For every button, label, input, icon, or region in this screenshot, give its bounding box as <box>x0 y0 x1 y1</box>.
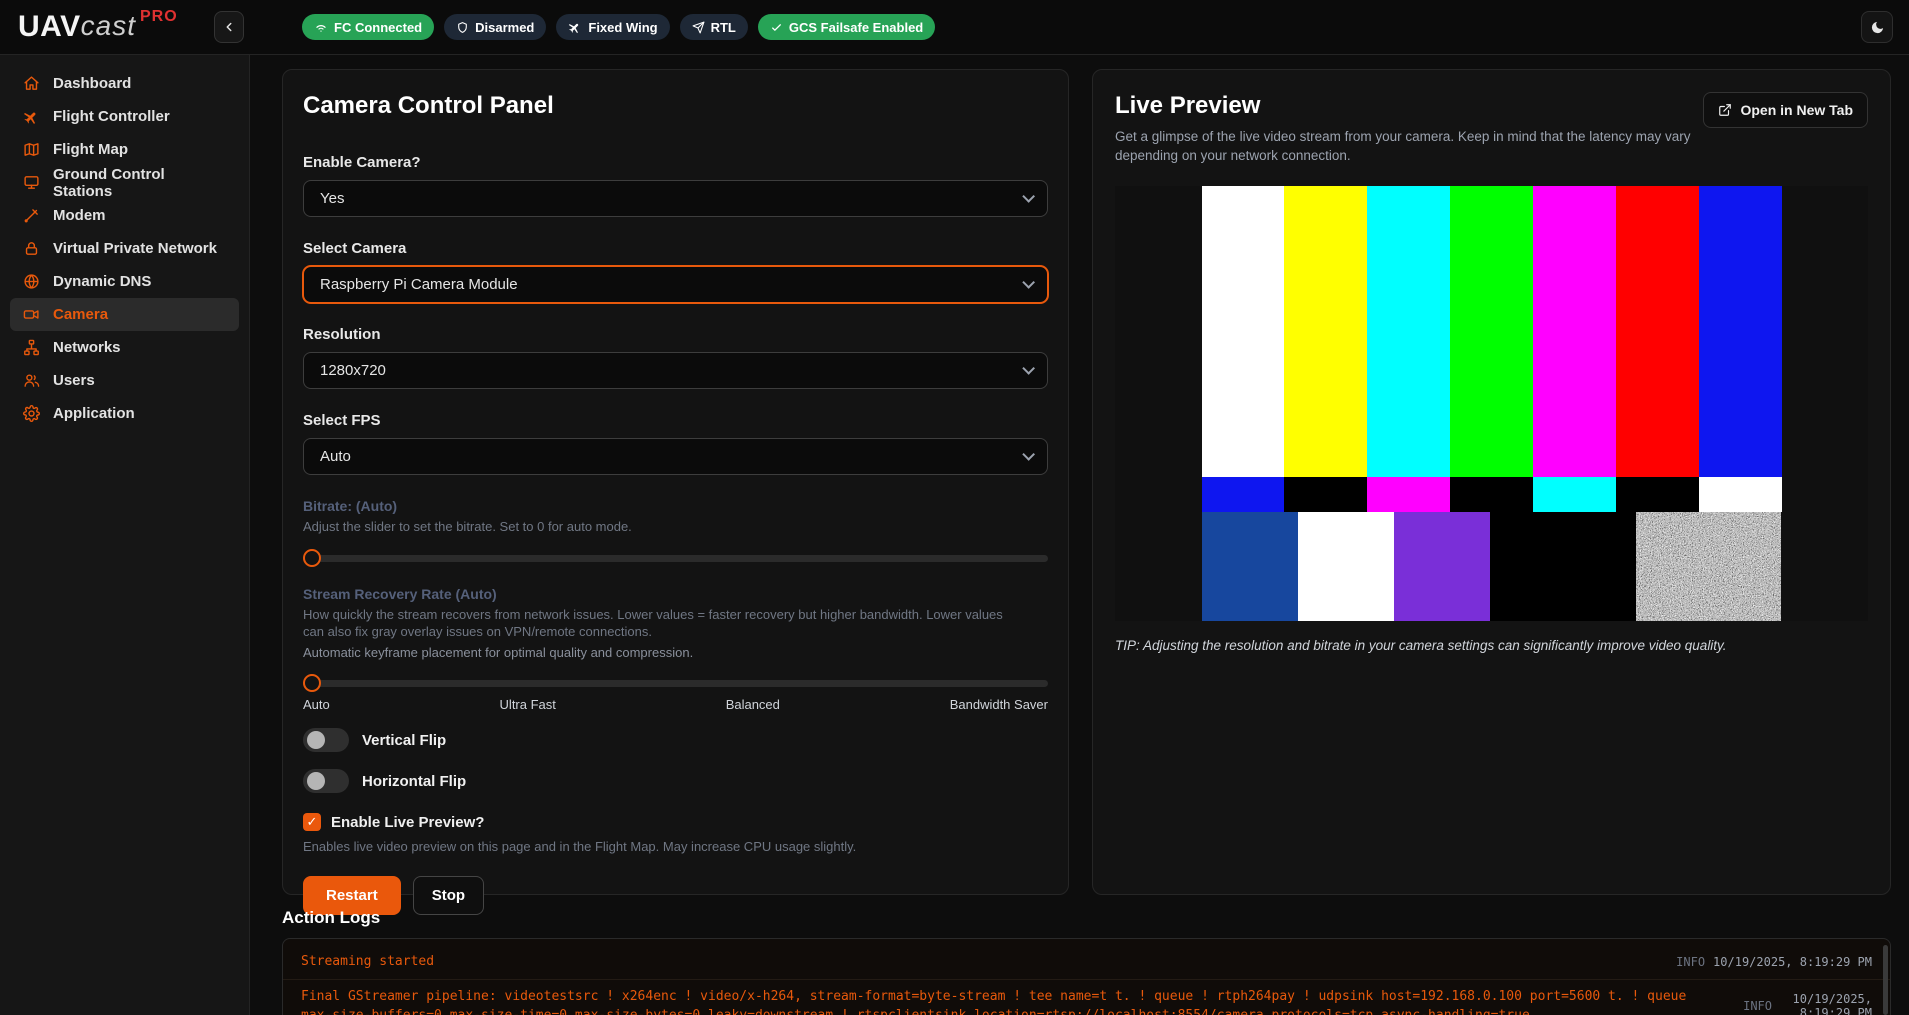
bitrate-slider[interactable] <box>303 548 1048 568</box>
vertical-flip-toggle[interactable] <box>303 728 349 753</box>
enable-camera-label: Enable Camera? <box>303 154 421 171</box>
live-preview-tip: TIP: Adjusting the resolution and bitrat… <box>1115 637 1727 653</box>
status-badges: FC Connected Disarmed Fixed Wing RTL GCS… <box>302 14 1861 40</box>
vertical-flip-label: Vertical Flip <box>362 731 447 749</box>
bitrate-slider-thumb[interactable] <box>303 548 321 567</box>
toggle-knob <box>307 772 325 791</box>
logs-scrollbar[interactable] <box>1883 945 1888 1015</box>
bitrate-label: Bitrate: (Auto) <box>303 498 398 514</box>
sidebar-item-networks[interactable]: Networks <box>10 331 239 364</box>
network-icon <box>23 339 40 356</box>
fps-label: Select FPS <box>303 412 381 429</box>
enable-live-preview-checkbox[interactable]: ✓ <box>303 813 321 832</box>
wifi-icon <box>314 20 328 34</box>
status-badge-disarmed: Disarmed <box>444 14 547 40</box>
chevron-left-icon <box>222 20 236 34</box>
sidebar-item-vpn[interactable]: Virtual Private Network <box>10 232 239 265</box>
sidebar-item-flight-map[interactable]: Flight Map <box>10 133 239 166</box>
enable-live-preview-label: Enable Live Preview? <box>331 813 485 831</box>
users-icon <box>23 372 40 389</box>
status-badge-fixed-wing: Fixed Wing <box>556 14 670 40</box>
home-icon <box>23 75 40 92</box>
log-level: INFO <box>1676 954 1706 969</box>
slider-track <box>303 680 1048 688</box>
sidebar-item-application[interactable]: Application <box>10 397 239 430</box>
open-in-new-tab-button[interactable]: Open in New Tab <box>1703 92 1868 128</box>
sidebar-item-dashboard[interactable]: Dashboard <box>10 67 239 100</box>
camera-panel-title: Camera Control Panel <box>303 92 554 119</box>
plane-icon <box>23 108 40 125</box>
sidebar: Dashboard Flight Controller Flight Map G… <box>0 55 250 1015</box>
plane-icon <box>568 20 582 34</box>
sidebar-item-dynamic-dns[interactable]: Dynamic DNS <box>10 265 239 298</box>
enable-live-preview-row: ✓ Enable Live Preview? <box>303 813 1048 832</box>
select-camera-select[interactable]: Raspberry Pi Camera Module <box>303 266 1048 303</box>
select-camera-label: Select Camera <box>303 240 407 257</box>
gear-icon <box>23 405 40 422</box>
log-row: Final GStreamer pipeline: videotestsrc !… <box>283 980 1890 1015</box>
live-preview-panel: Live Preview Get a glimpse of the live v… <box>1092 69 1891 895</box>
toggle-knob <box>307 731 325 750</box>
log-row: Streaming started INFO 10/19/2025, 8:19:… <box>283 945 1890 980</box>
recovery-rate-description: How quickly the stream recovers from net… <box>303 606 1003 640</box>
chevron-down-icon <box>1022 448 1035 461</box>
enable-live-preview-description: Enables live video preview on this page … <box>303 839 857 855</box>
camera-control-panel: Camera Control Panel Enable Camera? Yes … <box>282 69 1069 916</box>
main-content: Camera Control Panel Enable Camera? Yes … <box>250 55 1909 1015</box>
live-preview-description: Get a glimpse of the live video stream f… <box>1115 129 1691 163</box>
check-icon <box>770 21 783 34</box>
sidebar-item-ground-control-stations[interactable]: Ground Control Stations <box>10 166 239 200</box>
recovery-rate-slider[interactable] <box>303 673 1048 693</box>
status-badge-rtl: RTL <box>679 14 748 40</box>
sidebar-item-camera[interactable]: Camera <box>10 298 239 331</box>
theme-toggle-button[interactable] <box>1861 11 1893 43</box>
antenna-icon <box>23 207 40 224</box>
horizontal-flip-label: Horizontal Flip <box>362 772 467 790</box>
horizontal-flip-toggle[interactable] <box>303 769 349 794</box>
live-preview-title: Live Preview <box>1115 92 1261 119</box>
map-icon <box>23 141 40 158</box>
smpte-test-pattern <box>1201 185 1782 621</box>
recovery-slider-thumb[interactable] <box>303 674 321 693</box>
live-preview-video <box>1115 185 1868 621</box>
resolution-label: Resolution <box>303 326 381 343</box>
monitor-icon <box>23 174 40 191</box>
brand-pro-badge: PRO <box>139 8 178 25</box>
bitrate-description: Adjust the slider to set the bitrate. Se… <box>303 519 632 534</box>
moon-icon <box>1870 20 1885 35</box>
lock-icon <box>23 240 40 257</box>
chevron-down-icon <box>1022 190 1035 203</box>
collapse-sidebar-button[interactable] <box>214 11 244 43</box>
brand-logo: UAV cast PRO <box>18 8 178 43</box>
video-camera-icon <box>23 306 40 323</box>
vertical-flip-toggle-row: Vertical Flip <box>303 728 1048 753</box>
stop-button[interactable]: Stop <box>412 876 485 916</box>
status-badge-gcs-failsafe: GCS Failsafe Enabled <box>757 14 936 40</box>
top-bar: UAV cast PRO FC Connected Disarmed Fixed … <box>0 0 1909 55</box>
chevron-down-icon <box>1022 276 1035 289</box>
brand-text: UAV <box>18 10 81 43</box>
log-timestamp: 10/19/2025, 8:19:29 PM <box>1713 954 1872 969</box>
recovery-rate-ticks: Auto Ultra Fast Balanced Bandwidth Saver <box>303 697 1048 713</box>
enable-camera-select[interactable]: Yes <box>303 180 1048 217</box>
fps-select[interactable]: Auto <box>303 438 1048 475</box>
external-link-icon <box>1718 103 1732 117</box>
send-icon <box>692 21 705 34</box>
globe-icon <box>23 273 40 290</box>
recovery-rate-description2: Automatic keyframe placement for optimal… <box>303 644 694 660</box>
status-badge-fc-connected: FC Connected <box>302 14 435 40</box>
shield-icon <box>456 21 469 34</box>
sidebar-item-flight-controller[interactable]: Flight Controller <box>10 100 239 133</box>
sidebar-item-modem[interactable]: Modem <box>10 199 239 232</box>
action-logs-box: Streaming started INFO 10/19/2025, 8:19:… <box>282 938 1891 1015</box>
log-level: INFO <box>1743 999 1772 1013</box>
action-logs-section: Action Logs Streaming started INFO 10/19… <box>282 908 1891 1015</box>
horizontal-flip-toggle-row: Horizontal Flip <box>303 769 1048 794</box>
sidebar-item-users[interactable]: Users <box>10 364 239 397</box>
chevron-down-icon <box>1022 362 1035 375</box>
recovery-rate-label: Stream Recovery Rate (Auto) <box>303 585 497 602</box>
slider-track <box>303 554 1048 562</box>
log-timestamp: 10/19/2025, 8:19:29 PM <box>1792 992 1872 1015</box>
resolution-select[interactable]: 1280x720 <box>303 352 1048 389</box>
